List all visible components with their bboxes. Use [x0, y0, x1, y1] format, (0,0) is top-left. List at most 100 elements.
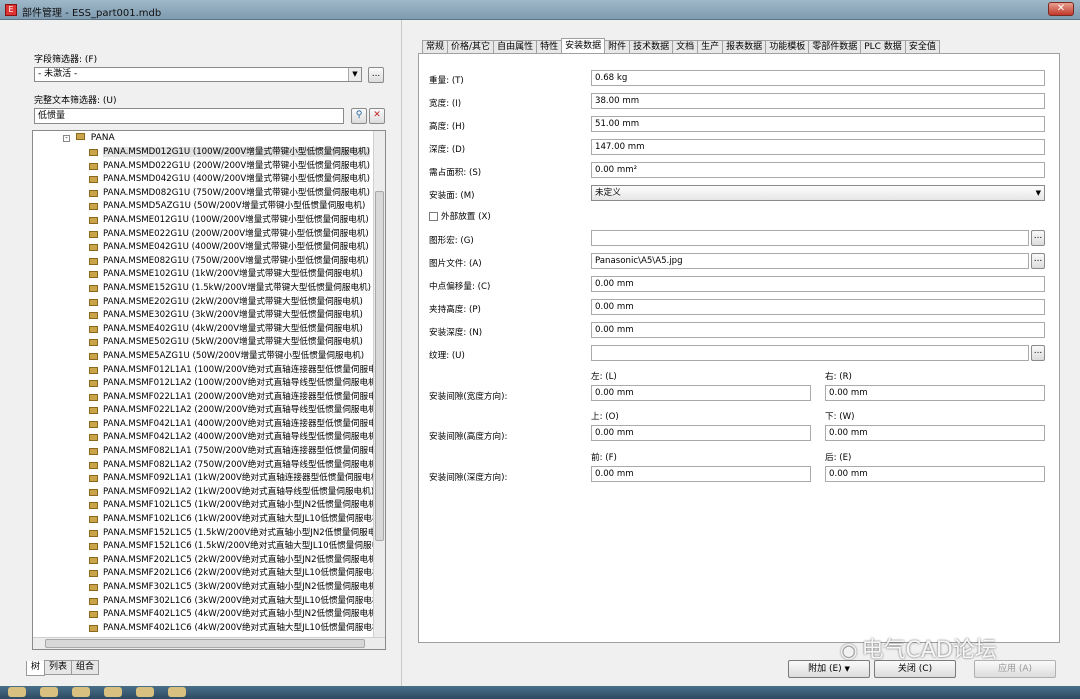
tree-item[interactable]: PANA.MSMF402L1C5 (4kW/200V绝对式直轴小型JN2低惯量伺…	[33, 608, 373, 622]
part-icon	[89, 434, 98, 442]
external-placement-row[interactable]: 外部放置 (X)	[429, 210, 491, 222]
mount-depth-field[interactable]: 0.00 mm	[591, 322, 1045, 338]
tree-item[interactable]: PANA.MSMD5AZG1U (50W/200V增量式带键小型低惯量伺服电机)	[33, 200, 373, 214]
texture-browse-button[interactable]: ...	[1031, 345, 1045, 361]
tree-item[interactable]: PANA.MSMF082L1A1 (750W/200V绝对式直轴连接器型低惯量伺…	[33, 445, 373, 459]
tree-item[interactable]: PANA.MSME042G1U (400W/200V增量式带键小型低惯量伺服电机…	[33, 241, 373, 255]
tree-item-label: PANA.MSME502G1U (5kW/200V增量式带键大型低惯量伺服电机)	[103, 337, 363, 348]
tree-item[interactable]: PANA.MSMD042G1U (400W/200V增量式带键小型低惯量伺服电机…	[33, 173, 373, 187]
tree-item[interactable]: PANA.MSME102G1U (1kW/200V增量式带键大型低惯量伺服电机)	[33, 268, 373, 282]
tree-item[interactable]: PANA.MSME202G1U (2kW/200V增量式带键大型低惯量伺服电机)	[33, 296, 373, 310]
tree-item[interactable]: PANA.MSMF012L1A2 (100W/200V绝对式直轴导线型低惯量伺服…	[33, 377, 373, 391]
tab-tree[interactable]: 树	[26, 661, 46, 676]
texture-field[interactable]	[591, 345, 1029, 361]
tree-item-label: PANA.MSMF402L1C6 (4kW/200V绝对式直轴大型JL10低惯量…	[103, 622, 373, 633]
tree-item-label: PANA.MSME042G1U (400W/200V增量式带键小型低惯量伺服电机…	[103, 242, 369, 253]
tree-item[interactable]: PANA.MSMF102L1C5 (1kW/200V绝对式直轴小型JN2低惯量伺…	[33, 499, 373, 513]
fulltext-filter-input[interactable]: 低惯量	[34, 108, 344, 124]
tree-item-label: PANA.MSME202G1U (2kW/200V增量式带键大型低惯量伺服电机)	[103, 296, 363, 307]
tree-item[interactable]: PANA.MSMF042L1A2 (400W/200V绝对式直轴导线型低惯量伺服…	[33, 431, 373, 445]
depth-field[interactable]: 147.00 mm	[591, 139, 1045, 155]
part-icon	[89, 516, 98, 524]
part-icon	[89, 203, 98, 211]
tree-vertical-scrollbar[interactable]	[373, 131, 385, 637]
clearance-bottom-field[interactable]: 0.00 mm	[825, 425, 1045, 441]
taskbar-app-icon[interactable]	[168, 687, 186, 697]
tree-item[interactable]: PANA.MSMF042L1A1 (400W/200V绝对式直轴连接器型低惯量伺…	[33, 418, 373, 432]
taskbar-app-icon[interactable]	[40, 687, 58, 697]
tree-item[interactable]: PANA.MSMF012L1A1 (100W/200V绝对式直轴连接器型低惯量伺…	[33, 364, 373, 378]
taskbar-app-icon[interactable]	[104, 687, 122, 697]
tree-item[interactable]: PANA.MSMF402L1C6 (4kW/200V绝对式直轴大型JL10低惯量…	[33, 622, 373, 636]
tree-root-node[interactable]: - PANA	[63, 133, 115, 146]
area-field[interactable]: 0.00 mm²	[591, 162, 1045, 178]
weight-field[interactable]: 0.68 kg	[591, 70, 1045, 86]
tree-item[interactable]: PANA.MSME302G1U (3kW/200V增量式带键大型低惯量伺服电机)	[33, 309, 373, 323]
part-icon	[89, 216, 98, 224]
tree-item[interactable]: PANA.MSMF302L1C5 (3kW/200V绝对式直轴小型JN2低惯量伺…	[33, 581, 373, 595]
collapse-icon[interactable]: -	[63, 135, 70, 142]
tree-item[interactable]: PANA.MSMF022L1A2 (200W/200V绝对式直轴导线型低惯量伺服…	[33, 404, 373, 418]
clearance-back-field[interactable]: 0.00 mm	[825, 466, 1045, 482]
width-field[interactable]: 38.00 mm	[591, 93, 1045, 109]
external-placement-checkbox[interactable]	[429, 212, 438, 221]
field-filter-dropdown[interactable]: - 未激活 - ▼	[34, 67, 362, 82]
mount-surface-dropdown[interactable]: 未定义 ▼	[591, 185, 1045, 201]
image-file-field[interactable]: Panasonic\A5\A5.jpg	[591, 253, 1029, 269]
taskbar-app-icon[interactable]	[72, 687, 90, 697]
part-icon	[89, 556, 98, 564]
tab-group[interactable]: 组合	[71, 660, 100, 675]
parts-tree[interactable]: - PANA PANA.MSMD012G1U (100W/200V增量式带键小型…	[32, 130, 386, 650]
tree-item[interactable]: PANA.MSMD022G1U (200W/200V增量式带键小型低惯量伺服电机…	[33, 160, 373, 174]
graphic-macro-browse-button[interactable]: ...	[1031, 230, 1045, 246]
taskbar-app-icon[interactable]	[136, 687, 154, 697]
clearance-right-field[interactable]: 0.00 mm	[825, 385, 1045, 401]
tree-item[interactable]: PANA.MSMD082G1U (750W/200V增量式带键小型低惯量伺服电机…	[33, 187, 373, 201]
clearance-front-field[interactable]: 0.00 mm	[591, 466, 811, 482]
height-field[interactable]: 51.00 mm	[591, 116, 1045, 132]
graphic-macro-field[interactable]	[591, 230, 1029, 246]
tree-item[interactable]: PANA.MSMF152L1C6 (1.5kW/200V绝对式直轴大型JL10低…	[33, 540, 373, 554]
part-icon	[89, 502, 98, 510]
tree-item[interactable]: PANA.MSME012G1U (100W/200V增量式带键小型低惯量伺服电机…	[33, 214, 373, 228]
tree-item-label: PANA.MSMF202L1C5 (2kW/200V绝对式直轴小型JN2低惯量伺…	[103, 554, 373, 565]
clear-filter-icon[interactable]: ✕	[369, 108, 385, 124]
clearance-left-field[interactable]: 0.00 mm	[591, 385, 811, 401]
tab-list[interactable]: 列表	[44, 660, 73, 675]
clearance-left-label: 左: (L)	[591, 372, 617, 382]
tree-item[interactable]: PANA.MSME022G1U (200W/200V增量式带键小型低惯量伺服电机…	[33, 228, 373, 242]
binoculars-search-icon[interactable]: ⚲	[351, 108, 367, 124]
part-icon	[89, 271, 98, 279]
tree-item[interactable]: PANA.MSMF152L1C5 (1.5kW/200V绝对式直轴小型JN2低惯…	[33, 527, 373, 541]
image-file-browse-button[interactable]: ...	[1031, 253, 1045, 269]
tree-item[interactable]: PANA.MSMF202L1C5 (2kW/200V绝对式直轴小型JN2低惯量伺…	[33, 554, 373, 568]
tree-item[interactable]: PANA.MSME402G1U (4kW/200V增量式带键大型低惯量伺服电机)	[33, 323, 373, 337]
window-close-button[interactable]: ✕	[1048, 2, 1074, 16]
tree-item[interactable]: PANA.MSMF022L1A1 (200W/200V绝对式直轴连接器型低惯量伺…	[33, 391, 373, 405]
tree-item[interactable]: PANA.MSMF302L1C6 (3kW/200V绝对式直轴大型JL10低惯量…	[33, 595, 373, 609]
tree-item[interactable]: PANA.MSME502G1U (5kW/200V增量式带键大型低惯量伺服电机)	[33, 336, 373, 350]
tree-item[interactable]: PANA.MSMF202L1C6 (2kW/200V绝对式直轴大型JL10低惯量…	[33, 567, 373, 581]
tree-item[interactable]: PANA.MSMF092L1A1 (1kW/200V绝对式直轴连接器型低惯量伺服…	[33, 472, 373, 486]
field-filter-browse-button[interactable]: ...	[368, 67, 384, 83]
tree-item[interactable]: PANA.MSMF092L1A2 (1kW/200V绝对式直轴导线型低惯量伺服电…	[33, 486, 373, 500]
clearance-top-field[interactable]: 0.00 mm	[591, 425, 811, 441]
scroll-thumb[interactable]	[45, 639, 365, 648]
tree-item[interactable]: PANA.MSMF102L1C6 (1kW/200V绝对式直轴大型JL10低惯量…	[33, 513, 373, 527]
tree-item[interactable]: PANA.MSME152G1U (1.5kW/200V增量式带键大型低惯量伺服电…	[33, 282, 373, 296]
texture-label: 纹理: (U)	[429, 351, 465, 361]
clamp-height-field[interactable]: 0.00 mm	[591, 299, 1045, 315]
tree-item[interactable]: PANA.MSME082G1U (750W/200V增量式带键小型低惯量伺服电机…	[33, 255, 373, 269]
tree-item[interactable]: PANA.MSMF082L1A2 (750W/200V绝对式直轴导线型低惯量伺服…	[33, 459, 373, 473]
tree-item-label: PANA.MSMD042G1U (400W/200V增量式带键小型低惯量伺服电机…	[103, 174, 370, 185]
tree-item[interactable]: PANA.MSME5AZG1U (50W/200V增量式带键小型低惯量伺服电机)	[33, 350, 373, 364]
tree-item[interactable]: PANA.MSMD012G1U (100W/200V增量式带键小型低惯量伺服电机…	[33, 146, 373, 160]
scroll-thumb[interactable]	[375, 191, 384, 541]
tree-horizontal-scrollbar[interactable]	[33, 637, 385, 649]
tree-item-label: PANA.MSMF082L1A2 (750W/200V绝对式直轴导线型低惯量伺服…	[103, 459, 373, 470]
part-icon	[89, 149, 98, 156]
start-icon[interactable]	[8, 687, 26, 697]
tree-item-label: PANA.MSME302G1U (3kW/200V增量式带键大型低惯量伺服电机)	[103, 310, 363, 321]
center-offset-field[interactable]: 0.00 mm	[591, 276, 1045, 292]
clearance-back-label: 后: (E)	[825, 453, 852, 463]
